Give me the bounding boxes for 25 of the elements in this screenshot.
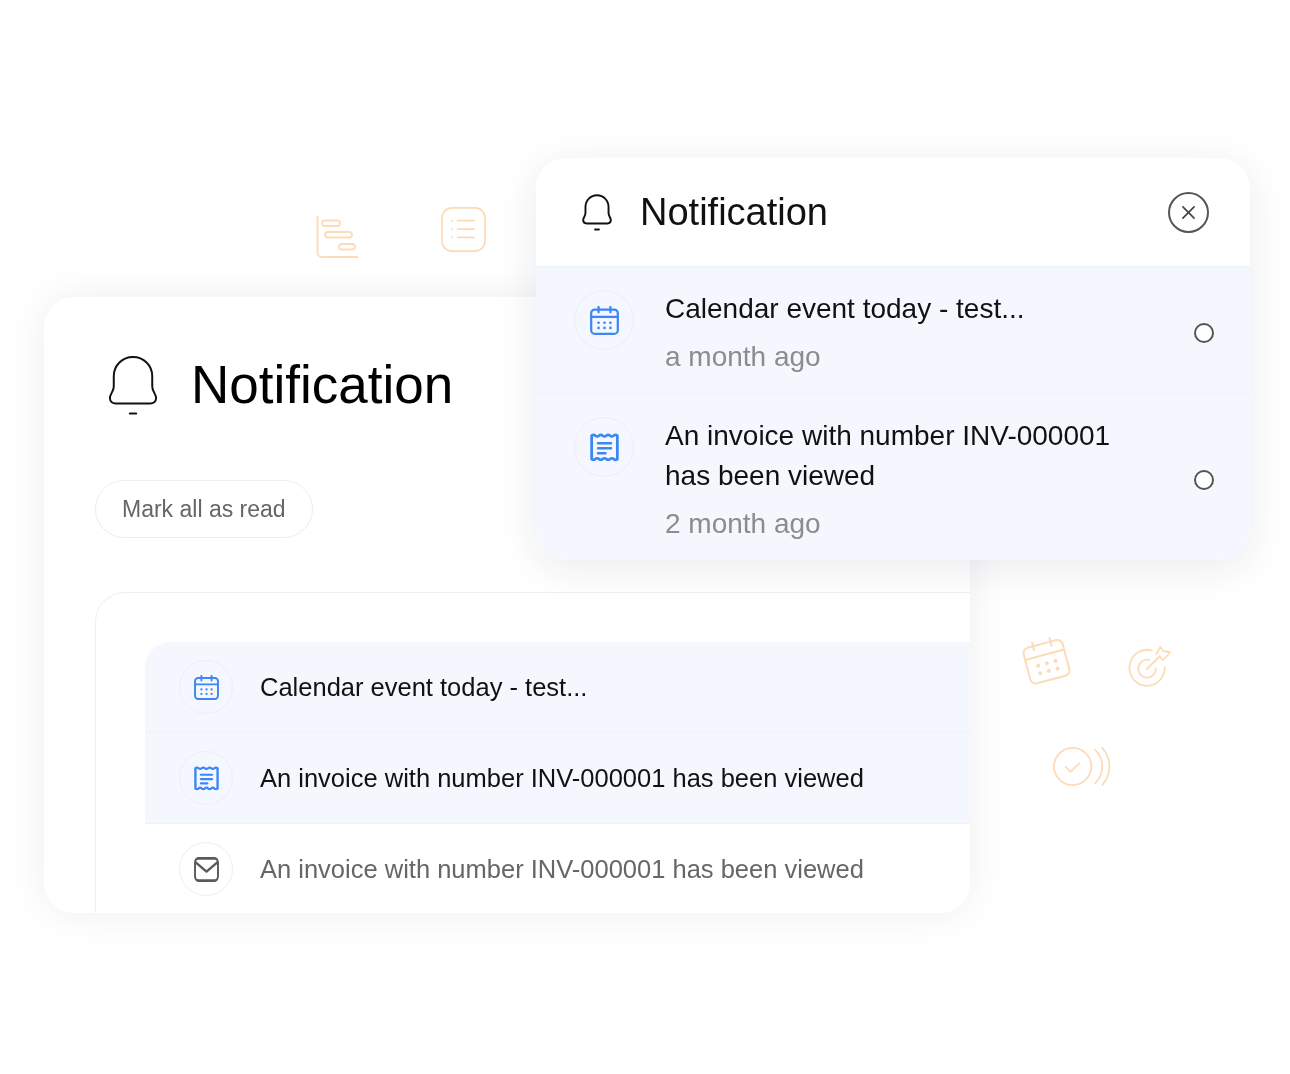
bell-icon [582, 193, 612, 231]
notification-text: Calendar event today - test... [665, 292, 1026, 326]
notification-text: An invoice with number INV-000001 has been viewed [665, 419, 1112, 493]
notification-text: Calendar event today - test... [260, 672, 588, 702]
popup-title: Notification [640, 190, 828, 234]
notification-time: a month ago [665, 340, 822, 374]
list-icon [441, 207, 486, 252]
check-circle-icon [1053, 746, 1108, 787]
select-radio[interactable] [1194, 470, 1214, 490]
receipt-icon [574, 417, 634, 477]
notification-text: An invoice with number INV-000001 has been viewed [260, 763, 864, 793]
notification-row[interactable]: Calendar event today - test... [145, 642, 970, 733]
bell-icon [108, 354, 158, 416]
notification-row[interactable]: An invoice with number INV-000001 has been viewed [145, 733, 970, 824]
notification-row[interactable]: An invoice with number INV-000001 has been viewed 2 month ago [536, 393, 1250, 560]
notification-text: An invoice with number INV-000001 has been viewed [260, 854, 864, 884]
notification-time: 2 month ago [665, 507, 822, 541]
gantt-chart-icon [316, 216, 358, 258]
panel-title: Notification [191, 354, 454, 416]
notification-row[interactable]: An invoice with number INV-000001 has been viewed [145, 824, 970, 913]
notification-row[interactable]: Calendar event today - test... a month ago [536, 266, 1250, 393]
select-radio[interactable] [1194, 323, 1214, 343]
mark-all-read-button[interactable]: Mark all as read [95, 480, 313, 538]
close-button[interactable] [1168, 191, 1209, 233]
close-icon [1182, 205, 1195, 219]
